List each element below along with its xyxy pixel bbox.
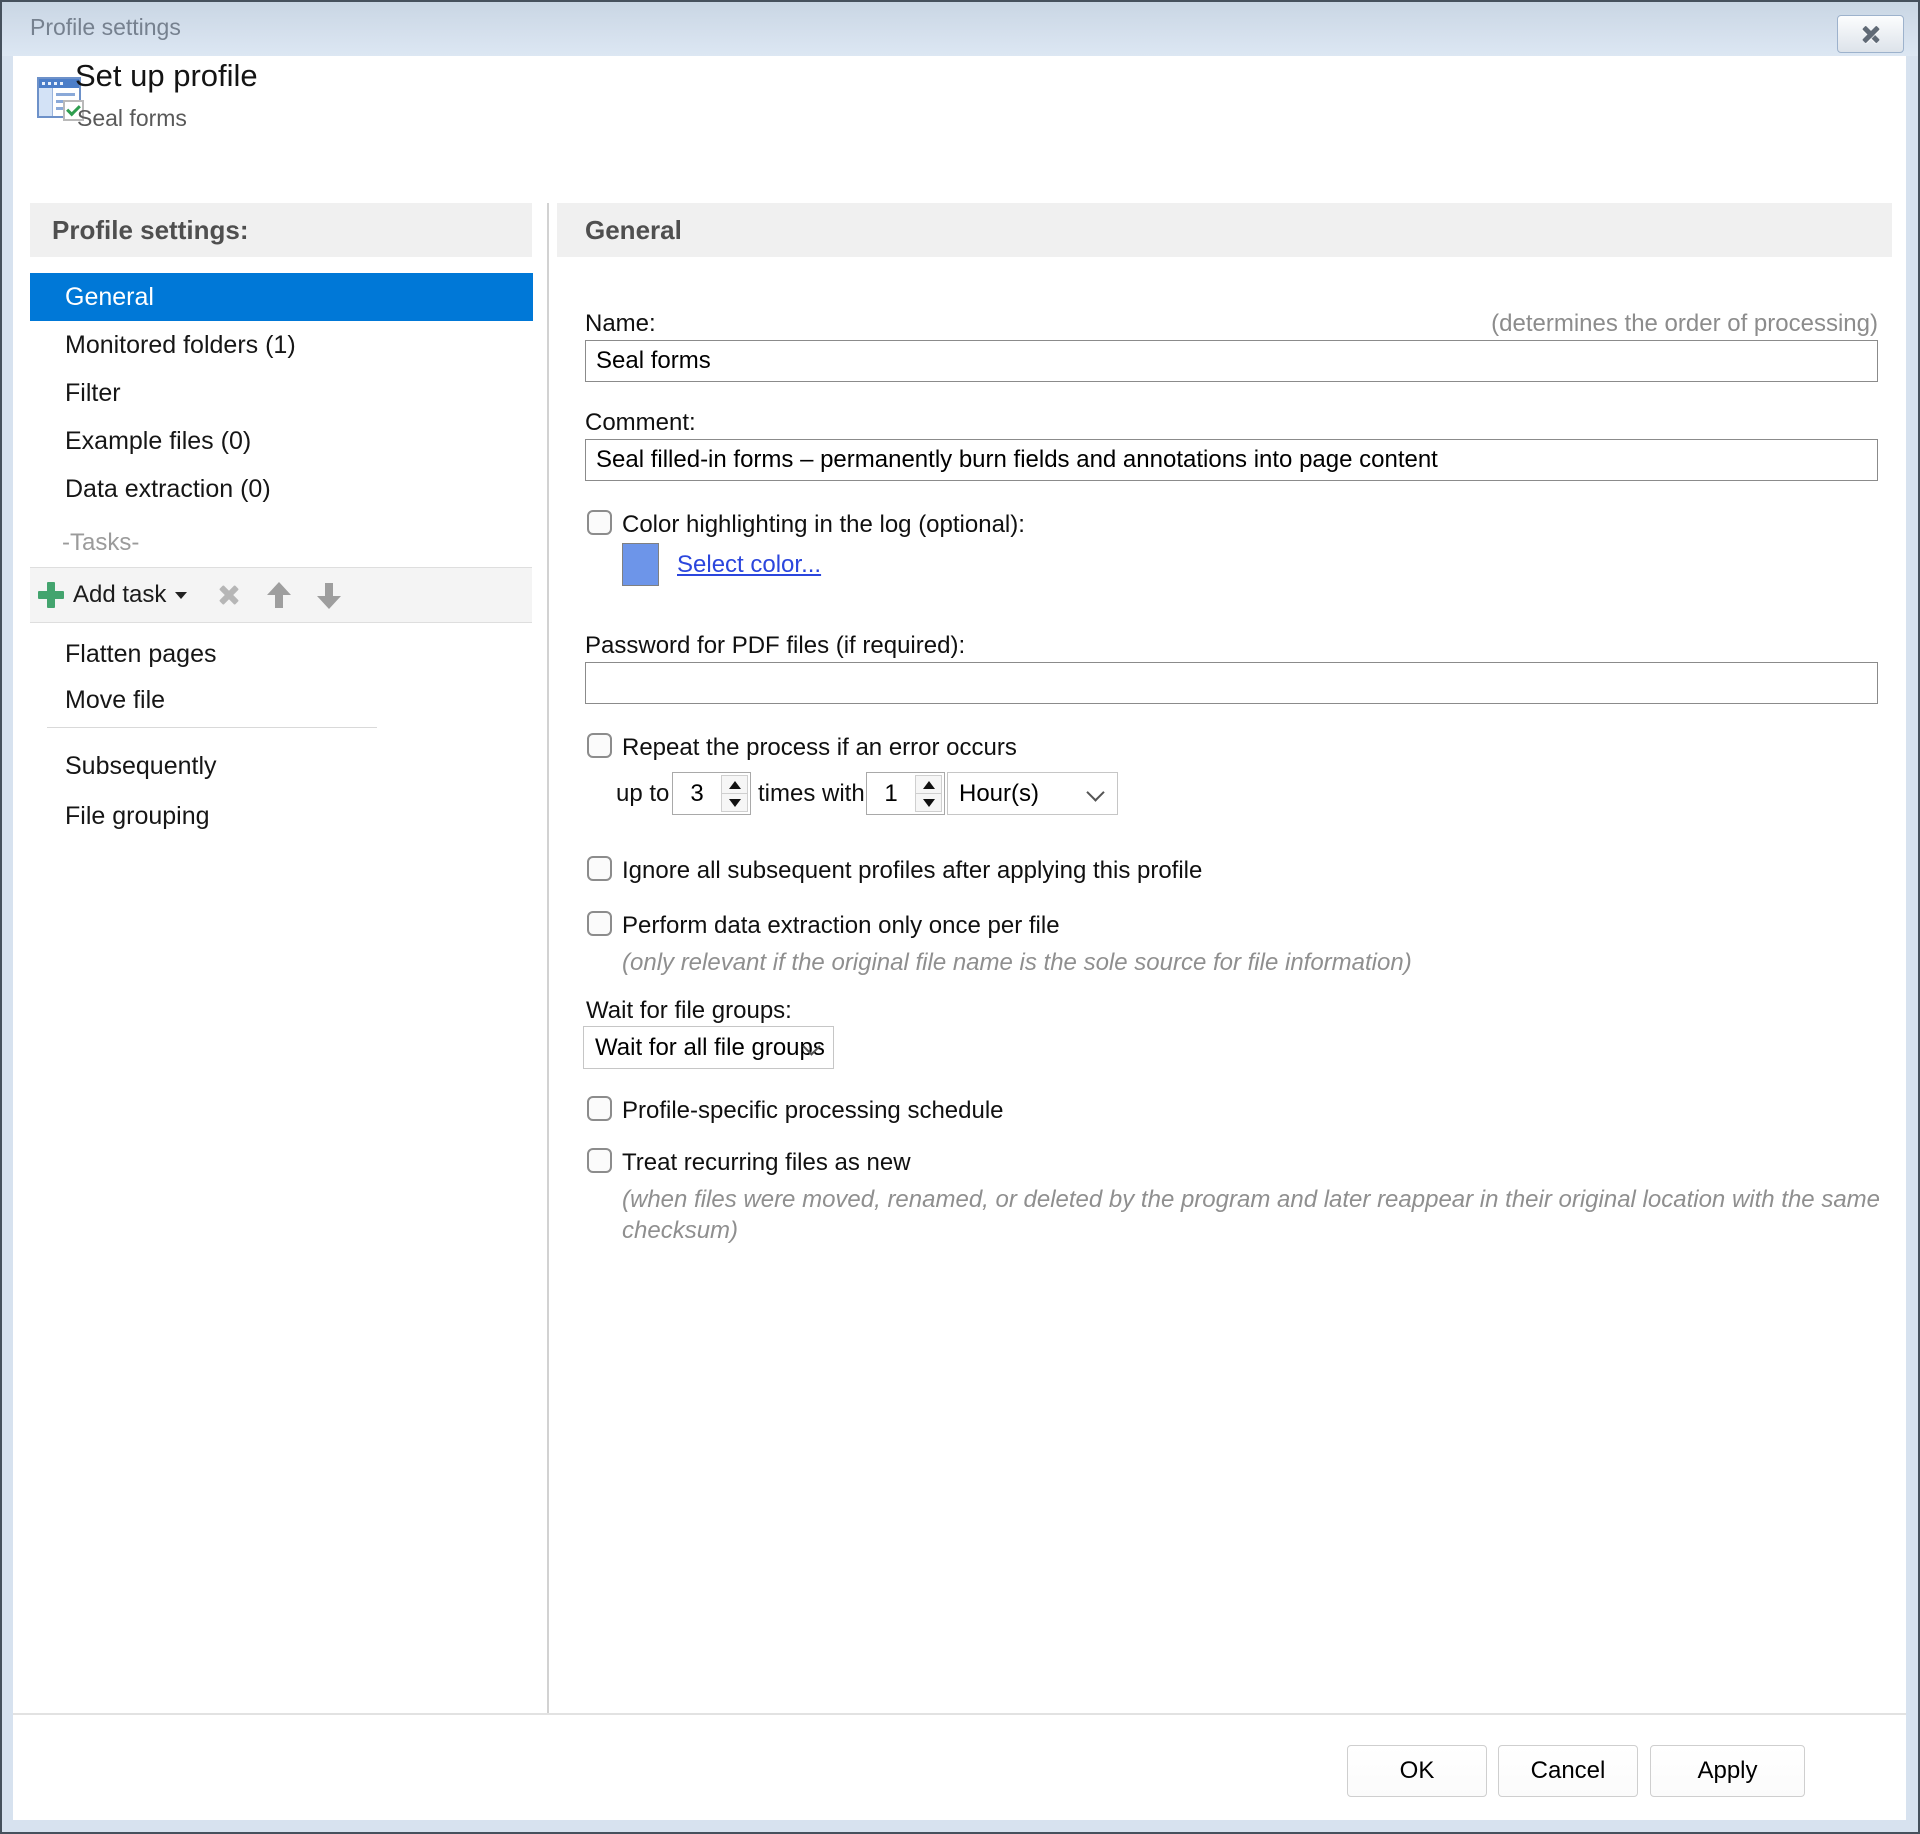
ignore-subsequent-checkbox[interactable] [587, 856, 612, 881]
sidebar-item-example-files[interactable]: Example files (0) [30, 417, 533, 465]
move-task-down-button[interactable] [291, 582, 341, 609]
chevron-down-icon [1086, 783, 1104, 801]
spinner-up-button[interactable] [916, 776, 941, 794]
repeat-on-error-checkbox[interactable] [587, 733, 612, 758]
ok-button[interactable]: OK [1347, 1745, 1487, 1797]
processing-schedule-label: Profile-specific processing schedule [622, 1097, 1004, 1125]
sidebar-bottom-list: Subsequently File grouping [30, 741, 532, 841]
recurring-files-note: (when files were moved, renamed, or dele… [622, 1184, 1887, 1246]
pdf-password-input[interactable] [585, 662, 1878, 704]
color-highlighting-checkbox[interactable] [587, 510, 612, 535]
sidebar-item-general[interactable]: General [30, 273, 533, 321]
icon-titlebar [39, 79, 79, 88]
comment-input[interactable] [585, 439, 1878, 481]
up-to-label: up to [616, 780, 669, 808]
triangle-up-icon [923, 781, 935, 789]
retry-count-spinner[interactable]: 3 [672, 772, 751, 815]
panel-header: General [557, 203, 1892, 257]
task-list-divider [47, 727, 377, 728]
triangle-down-icon [923, 799, 935, 807]
close-icon [1859, 22, 1883, 46]
repeat-on-error-label: Repeat the process if an error occurs [622, 734, 1017, 762]
apply-button[interactable]: Apply [1650, 1745, 1805, 1797]
extract-once-checkbox[interactable] [587, 911, 612, 936]
footer-divider [13, 1713, 1906, 1715]
tasks-section-label: -Tasks- [62, 529, 139, 557]
wait-for-file-groups-value: Wait for all file groups [595, 1034, 825, 1062]
comment-label: Comment: [585, 409, 696, 437]
tasks-toolbar: Add task [30, 567, 532, 623]
color-swatch[interactable] [622, 543, 659, 586]
page-title: Set up profile [75, 58, 258, 94]
retry-count-value: 3 [673, 773, 721, 814]
add-task-label: Add task [73, 581, 166, 609]
cancel-button[interactable]: Cancel [1498, 1745, 1638, 1797]
interval-unit-select[interactable]: Hour(s) [947, 772, 1118, 815]
sidebar-item-filter[interactable]: Filter [30, 369, 533, 417]
sidebar-item-data-extraction[interactable]: Data extraction (0) [30, 465, 533, 513]
task-item-flatten-pages[interactable]: Flatten pages [30, 631, 532, 677]
page-subtitle: Seal forms [77, 105, 187, 132]
task-item-move-file[interactable]: Move file [30, 677, 532, 723]
triangle-down-icon [729, 799, 741, 807]
recurring-files-checkbox[interactable] [587, 1148, 612, 1173]
spinner-down-button[interactable] [722, 794, 747, 811]
spinner-buttons [721, 775, 748, 812]
wait-for-file-groups-select[interactable]: Wait for all file groups [583, 1026, 834, 1069]
extract-once-label: Perform data extraction only once per fi… [622, 912, 1060, 940]
interval-unit-value: Hour(s) [959, 780, 1039, 808]
spinner-buttons [915, 775, 942, 812]
sidebar-item-monitored-folders[interactable]: Monitored folders (1) [30, 321, 533, 369]
name-label: Name: [585, 310, 656, 338]
arrow-up-icon [267, 582, 291, 609]
extract-once-note: (only relevant if the original file name… [622, 947, 1412, 978]
name-order-hint: (determines the order of processing) [1100, 310, 1878, 338]
sidebar-item-file-grouping[interactable]: File grouping [30, 791, 532, 841]
pdf-password-label: Password for PDF files (if required): [585, 632, 965, 660]
recurring-files-label: Treat recurring files as new [622, 1149, 911, 1177]
select-color-link[interactable]: Select color... [677, 551, 821, 579]
wait-for-file-groups-label: Wait for file groups: [586, 997, 792, 1025]
name-input[interactable] [585, 340, 1878, 382]
ignore-subsequent-label: Ignore all subsequent profiles after app… [622, 857, 1202, 885]
spinner-up-button[interactable] [722, 776, 747, 794]
task-list: Flatten pages Move file [30, 631, 532, 723]
sidebar-header: Profile settings: [30, 203, 532, 257]
titlebar [2, 2, 1918, 56]
retry-interval-spinner[interactable]: 1 [866, 772, 945, 815]
processing-schedule-checkbox[interactable] [587, 1096, 612, 1121]
icon-left-pane [39, 88, 53, 116]
triangle-up-icon [729, 781, 741, 789]
spinner-down-button[interactable] [916, 794, 941, 811]
caret-down-icon [175, 592, 187, 599]
sidebar-item-subsequently[interactable]: Subsequently [30, 741, 532, 791]
window-title: Profile settings [30, 14, 181, 41]
times-within-label: times within [758, 780, 883, 808]
color-highlighting-label: Color highlighting in the log (optional)… [622, 511, 1025, 539]
sidebar-panel-divider [547, 203, 549, 1714]
add-task-button[interactable]: Add task [38, 581, 187, 609]
move-task-up-button[interactable] [241, 582, 291, 609]
sidebar-list: General Monitored folders (1) Filter Exa… [30, 273, 533, 513]
retry-interval-value: 1 [867, 773, 915, 814]
delete-task-button[interactable] [187, 583, 241, 607]
delete-x-icon [217, 583, 241, 607]
close-button[interactable] [1837, 15, 1904, 53]
arrow-down-icon [317, 582, 341, 609]
plus-icon [38, 582, 64, 608]
